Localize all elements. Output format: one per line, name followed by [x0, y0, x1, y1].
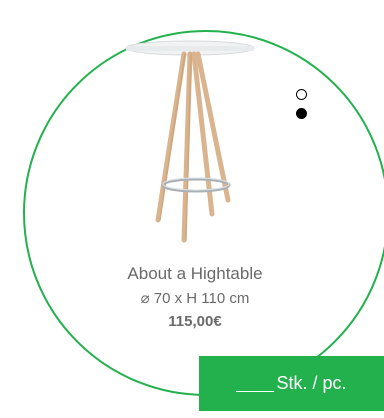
- carousel-dot-1[interactable]: [296, 89, 307, 100]
- quantity-input-blank[interactable]: [236, 373, 275, 392]
- quantity-unit-label: Stk. / pc.: [276, 373, 347, 393]
- product-name: About a Hightable: [127, 264, 263, 283]
- carousel-indicators: [296, 86, 312, 130]
- product-image: [125, 40, 255, 243]
- quantity-field[interactable]: Stk. / pc.: [199, 356, 384, 411]
- product-dimensions: ⌀ 70 x H 110 cm: [140, 290, 250, 307]
- carousel-dot-2[interactable]: [296, 108, 307, 119]
- product-card: About a Hightable ⌀ 70 x H 110 cm 115,00…: [0, 0, 384, 418]
- table-legs: [155, 51, 231, 243]
- product-price: 115,00€: [168, 313, 222, 330]
- foot-ring: [161, 177, 231, 193]
- product-info: About a Hightable ⌀ 70 x H 110 cm 115,00…: [90, 262, 300, 333]
